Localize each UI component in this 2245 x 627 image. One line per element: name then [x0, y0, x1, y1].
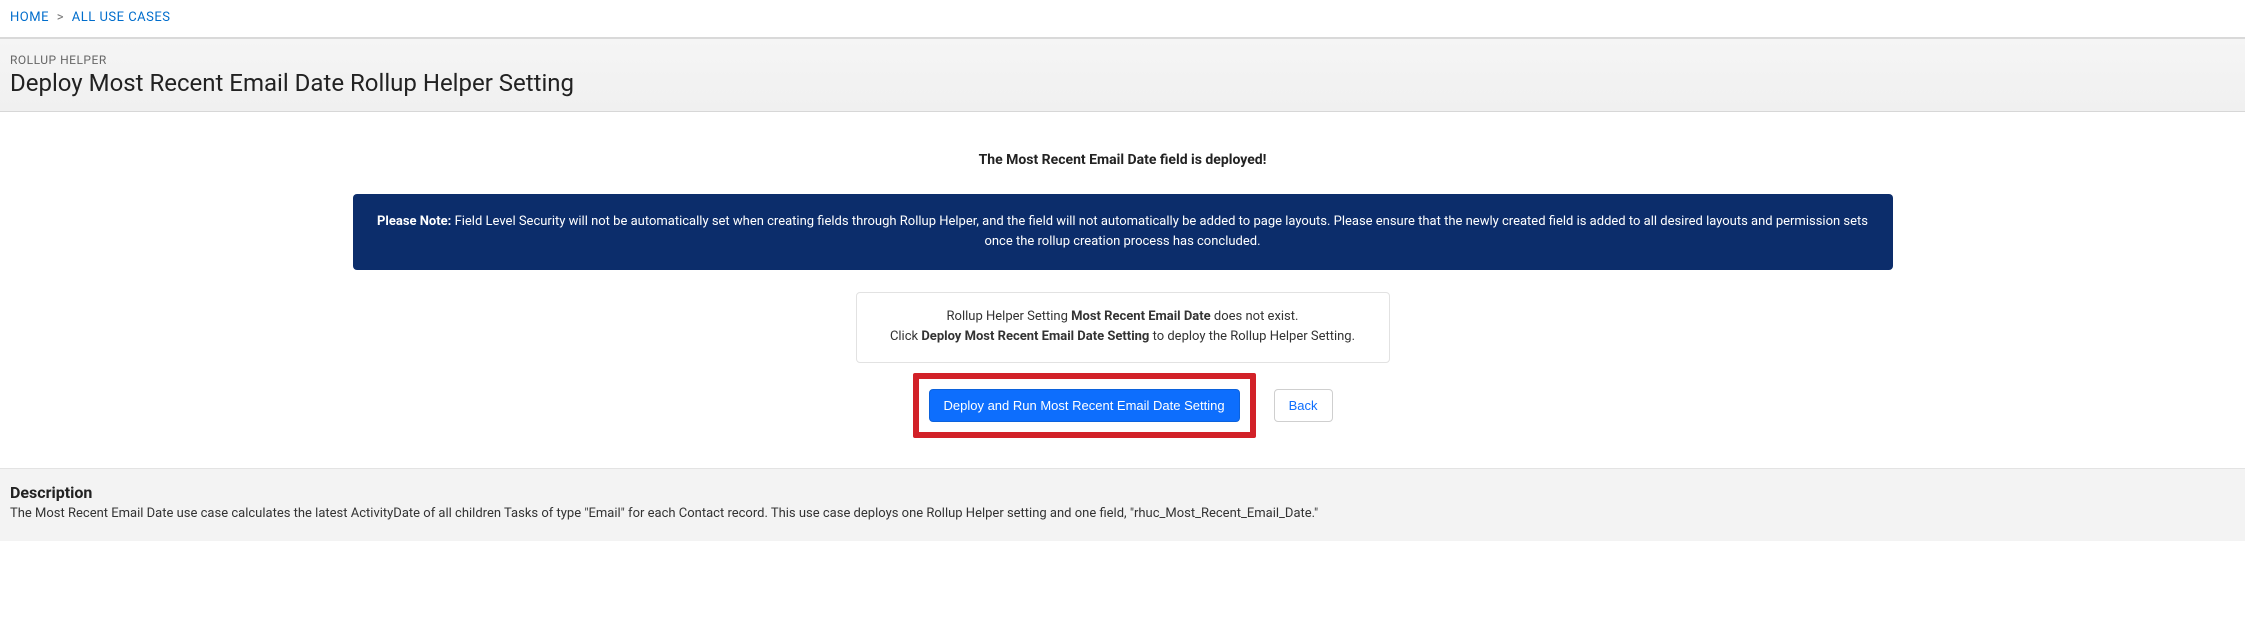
please-note-label: Please Note: [377, 214, 451, 229]
breadcrumb-all-use-cases-link[interactable]: ALL USE CASES [72, 10, 171, 25]
please-note-text: Field Level Security will not be automat… [451, 214, 1868, 249]
please-note-banner: Please Note: Field Level Security will n… [353, 194, 1893, 270]
deploy-status-text: The Most Recent Email Date field is depl… [0, 152, 2245, 168]
back-button[interactable]: Back [1274, 389, 1333, 422]
breadcrumb-sep-icon: > [57, 10, 64, 25]
deploy-and-run-button[interactable]: Deploy and Run Most Recent Email Date Se… [929, 389, 1240, 422]
setting-name: Most Recent Email Date [1071, 309, 1211, 324]
setting-exists-line-pre: Rollup Helper Setting [947, 309, 1072, 324]
page-title: Deploy Most Recent Email Date Rollup Hel… [10, 69, 2235, 97]
breadcrumb: HOME > ALL USE CASES [0, 0, 2245, 39]
setting-exists-line-post: does not exist. [1211, 309, 1299, 324]
action-buttons-row: Deploy and Run Most Recent Email Date Se… [856, 373, 1390, 438]
breadcrumb-home-link[interactable]: HOME [10, 10, 49, 25]
description-section: Description The Most Recent Email Date u… [0, 468, 2245, 541]
setting-instruction-action: Deploy Most Recent Email Date Setting [921, 329, 1149, 344]
deploy-button-highlight: Deploy and Run Most Recent Email Date Se… [913, 373, 1256, 438]
description-text: The Most Recent Email Date use case calc… [10, 506, 2235, 521]
setting-instruction-pre: Click [890, 329, 921, 344]
main-content: The Most Recent Email Date field is depl… [0, 112, 2245, 468]
description-heading: Description [10, 483, 2235, 502]
setting-instruction-post: to deploy the Rollup Helper Setting. [1149, 329, 1355, 344]
page-header-subtitle: ROLLUP HELPER [10, 53, 2235, 67]
page-header: ROLLUP HELPER Deploy Most Recent Email D… [0, 39, 2245, 112]
setting-status-card: Rollup Helper Setting Most Recent Email … [856, 292, 1390, 362]
